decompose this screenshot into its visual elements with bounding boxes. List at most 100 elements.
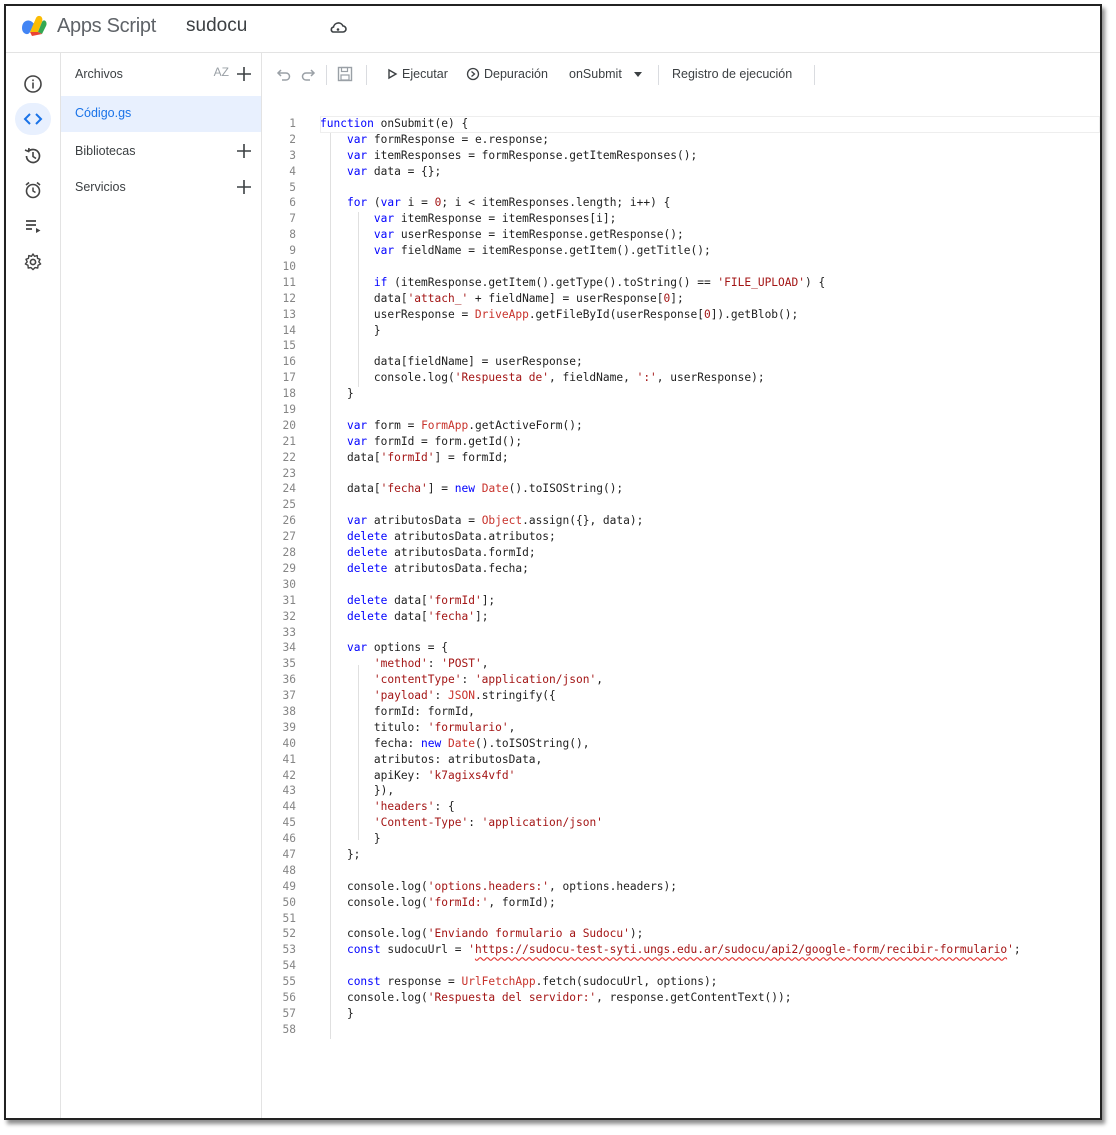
line-number: 31: [282, 593, 296, 607]
code-icon: [23, 113, 43, 125]
undo-button[interactable]: [276, 53, 292, 95]
code-editor[interactable]: 1 function onSubmit(e) {2 var formRespons…: [262, 95, 1100, 1118]
line-number: 23: [282, 466, 296, 480]
line-number: 58: [282, 1022, 296, 1036]
redo-button[interactable]: [300, 53, 316, 95]
sort-az-icon[interactable]: AZ: [214, 65, 229, 79]
code-line: 50 console.log('formId:', formId);: [272, 895, 1021, 911]
code-line: 55 const response = UrlFetchApp.fetch(su…: [272, 974, 1021, 990]
line-number: 22: [282, 450, 296, 464]
add-service-icon[interactable]: [233, 176, 255, 198]
code-line: 7 var itemResponse = itemResponses[i];: [272, 211, 1021, 227]
line-text: data['attach_' + fieldName] = userRespon…: [320, 291, 684, 305]
line-number: 57: [282, 1006, 296, 1020]
libraries-row[interactable]: Bibliotecas: [61, 134, 261, 170]
line-text: for (var i = 0; i < itemResponses.length…: [346, 196, 671, 210]
line-text: 'method': 'POST',: [373, 657, 489, 671]
project-name[interactable]: sudocu: [186, 15, 247, 37]
line-number: 2: [289, 132, 296, 146]
toolbar-divider: [658, 65, 659, 85]
line-number: 49: [282, 879, 296, 893]
line-number: 17: [282, 371, 296, 385]
triggers-button[interactable]: [20, 177, 46, 203]
line-number: 54: [282, 959, 296, 973]
file-item-codigo[interactable]: Código.gs: [61, 96, 261, 132]
line-number: 20: [282, 418, 296, 432]
code-line: 25: [272, 497, 1021, 513]
line-text: data[fieldName] = userResponse;: [320, 355, 583, 369]
run-label: Ejecutar: [402, 67, 448, 81]
toolbar-divider: [366, 65, 367, 85]
toolbar-divider: [814, 65, 815, 85]
line-text: var form = FormApp.getActiveForm();: [346, 418, 583, 432]
code-line: 56 console.log('Respuesta del servidor:'…: [272, 990, 1021, 1006]
line-number: 6: [289, 196, 296, 210]
line-text: }),: [320, 784, 395, 798]
code-line: 54: [272, 958, 1021, 974]
libraries-label: Bibliotecas: [75, 144, 136, 158]
files-header-label: Archivos: [75, 67, 123, 81]
app-window: Apps Script sudocu Archivos AZ Código.gs…: [4, 4, 1102, 1120]
execution-log-button[interactable]: Registro de ejecución: [672, 53, 792, 95]
line-number: 21: [282, 434, 296, 448]
services-row[interactable]: Servicios: [61, 170, 261, 206]
execution-log-label: Registro de ejecución: [672, 67, 793, 81]
code-line: 32 delete data['fecha'];: [272, 609, 1021, 625]
function-selector[interactable]: onSubmit: [569, 53, 645, 95]
debug-button[interactable]: Depuración: [466, 53, 548, 95]
code-line: 36 'contentType': 'application/json',: [272, 672, 1021, 688]
info-icon: [24, 75, 42, 93]
play-icon: [388, 68, 398, 80]
code-line: 12 data['attach_' + fieldName] = userRes…: [272, 291, 1021, 307]
code-line: 11 if (itemResponse.getItem().getType().…: [272, 275, 1021, 291]
line-text: delete atributosData.formId;: [346, 546, 536, 560]
code-line: 30: [272, 577, 1021, 593]
code-line: 46 }: [272, 831, 1021, 847]
executions-button[interactable]: [20, 213, 46, 239]
line-text: var userResponse = itemResponse.getRespo…: [373, 228, 684, 242]
files-header: Archivos AZ: [61, 57, 261, 93]
line-text: var formId = form.getId();: [346, 434, 523, 448]
code-line: 47 };: [272, 847, 1021, 863]
code-line: 52 console.log('Enviando formulario a Su…: [272, 926, 1021, 942]
line-text: }: [320, 387, 354, 401]
run-button[interactable]: Ejecutar: [386, 53, 448, 95]
line-text: 'Content-Type': 'application/json': [373, 816, 603, 830]
line-text: delete data['formId'];: [346, 593, 496, 607]
code-line: 33: [272, 625, 1021, 641]
code-line: 16 data[fieldName] = userResponse;: [272, 354, 1021, 370]
line-number: 39: [282, 720, 296, 734]
code-line: 20 var form = FormApp.getActiveForm();: [272, 418, 1021, 434]
code-line: 2 var formResponse = e.response;: [272, 132, 1021, 148]
overview-button[interactable]: [20, 71, 46, 97]
settings-button[interactable]: [20, 249, 46, 275]
code-line: 57 }: [272, 1006, 1021, 1022]
cloud-sync-icon: [330, 22, 347, 33]
add-library-icon[interactable]: [233, 140, 255, 162]
add-file-icon[interactable]: [233, 63, 255, 85]
code-line: 45 'Content-Type': 'application/json': [272, 815, 1021, 831]
line-text: }: [320, 1006, 354, 1020]
code-line: 35 'method': 'POST',: [272, 656, 1021, 672]
history-button[interactable]: [20, 143, 46, 169]
code-line: 42 apiKey: 'k7agixs4vfd': [272, 768, 1021, 784]
line-number: 18: [282, 387, 296, 401]
line-number: 14: [282, 323, 296, 337]
line-text: formId: formId,: [320, 704, 475, 718]
history-icon: [24, 147, 41, 164]
line-text: function onSubmit(e) {: [320, 117, 469, 130]
line-number: 24: [282, 482, 296, 496]
code-line: 44 'headers': {: [272, 799, 1021, 815]
line-number: 9: [289, 244, 296, 258]
editor-button[interactable]: [15, 103, 51, 135]
code-line: 10: [272, 259, 1021, 275]
line-number: 46: [282, 832, 296, 846]
line-number: 8: [289, 228, 296, 242]
line-number: 53: [282, 943, 296, 957]
code-line: 27 delete atributosData.atributos;: [272, 529, 1021, 545]
left-rail: [6, 53, 61, 1118]
line-number: 19: [282, 403, 296, 417]
line-number: 37: [282, 689, 296, 703]
line-number: 41: [282, 752, 296, 766]
save-button[interactable]: [336, 53, 354, 95]
